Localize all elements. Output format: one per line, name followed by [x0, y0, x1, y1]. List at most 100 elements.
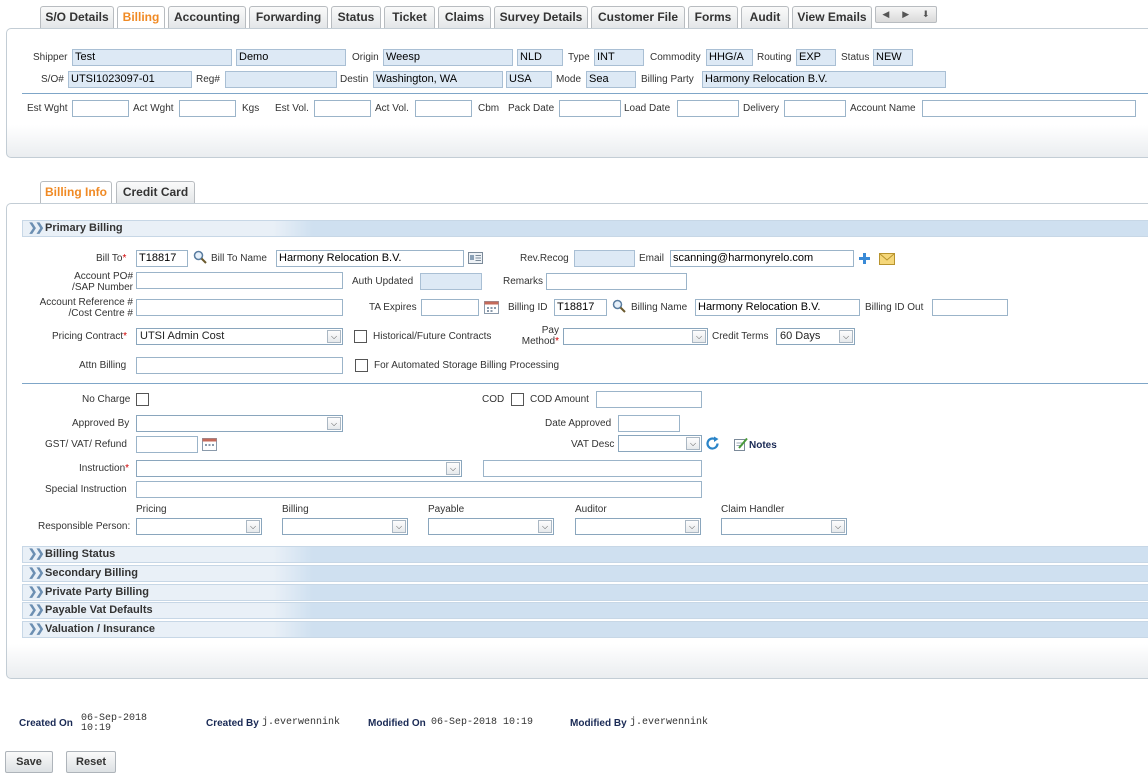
billing-id-search-icon[interactable] — [612, 299, 626, 313]
email-field[interactable]: scanning@harmonyrelo.com — [670, 250, 854, 267]
resp-payable-select[interactable]: ⌵ — [428, 518, 554, 535]
tab-billing[interactable]: Billing — [117, 6, 165, 29]
account-reference-field[interactable] — [136, 299, 343, 316]
tab-view-emails[interactable]: View Emails — [792, 6, 872, 28]
account-name-label: Account Name — [850, 103, 916, 114]
tab-ticket[interactable]: Ticket — [384, 6, 435, 28]
tab-credit-card[interactable]: Credit Card — [116, 181, 195, 203]
origin-country-field[interactable]: NLD — [517, 49, 563, 66]
billing-name-field[interactable]: Harmony Relocation B.V. — [695, 299, 860, 316]
vat-desc-select[interactable]: ⌵ — [618, 435, 702, 452]
tab-status[interactable]: Status — [331, 6, 381, 28]
billing-party-field[interactable]: Harmony Relocation B.V. — [702, 71, 946, 88]
envelope-icon[interactable] — [879, 253, 895, 265]
credit-terms-select[interactable]: 60 Days ⌵ — [776, 328, 855, 345]
shipper-last-field[interactable]: Demo — [236, 49, 346, 66]
section-title: Valuation / Insurance — [45, 623, 156, 635]
account-po-field[interactable] — [136, 272, 343, 289]
section-billing-status[interactable]: ❯❯ Billing Status — [22, 546, 1148, 563]
tab-accounting[interactable]: Accounting — [168, 6, 246, 28]
status-field[interactable]: NEW — [873, 49, 913, 66]
resp-claim-handler-select[interactable]: ⌵ — [721, 518, 847, 535]
resp-billing-select[interactable]: ⌵ — [282, 518, 408, 535]
date-approved-field[interactable] — [618, 415, 680, 432]
instruction-select[interactable]: ⌵ — [136, 460, 462, 477]
tab-survey-details[interactable]: Survey Details — [494, 6, 588, 28]
section-secondary-billing[interactable]: ❯❯ Secondary Billing — [22, 565, 1148, 582]
add-email-icon[interactable] — [859, 253, 870, 264]
mode-field[interactable]: Sea — [586, 71, 636, 88]
delivery-field[interactable] — [784, 100, 846, 117]
reg-number-field[interactable] — [225, 71, 337, 88]
search-icon[interactable] — [193, 250, 207, 264]
attn-billing-field[interactable] — [136, 357, 343, 374]
notes-link[interactable]: Notes — [749, 440, 777, 451]
type-field[interactable]: INT — [594, 49, 644, 66]
tab-audit[interactable]: Audit — [741, 6, 789, 28]
origin-field[interactable]: Weesp — [383, 49, 513, 66]
bill-to-name-field[interactable]: Harmony Relocation B.V. — [276, 250, 464, 267]
email-label: Email — [639, 253, 665, 264]
scroll-right-icon[interactable]: ▶ — [902, 9, 909, 20]
pricing-contract-select[interactable]: UTSI Admin Cost ⌵ — [136, 328, 343, 345]
notes-icon[interactable] — [734, 437, 748, 451]
instruction-label: Instruction* — [79, 463, 130, 474]
section-payable-vat-defaults[interactable]: ❯❯ Payable Vat Defaults — [22, 602, 1148, 619]
commodity-field[interactable]: HHG/A — [706, 49, 753, 66]
tab-claims[interactable]: Claims — [438, 6, 491, 28]
resp-pricing-select[interactable]: ⌵ — [136, 518, 262, 535]
billing-id-out-field[interactable] — [932, 299, 1008, 316]
approved-by-select[interactable]: ⌵ — [136, 415, 343, 432]
tab-so-details[interactable]: S/O Details — [40, 6, 114, 28]
pay-method-select[interactable]: ⌵ — [563, 328, 708, 345]
remarks-field[interactable] — [546, 273, 687, 290]
automated-storage-label: For Automated Storage Billing Processing — [374, 360, 560, 371]
section-title: Payable Vat Defaults — [45, 604, 153, 616]
special-instruction-field[interactable] — [136, 481, 702, 498]
tab-billing-info[interactable]: Billing Info — [40, 181, 112, 204]
gst-vat-refund-field[interactable] — [136, 436, 198, 453]
tab-forms[interactable]: Forms — [688, 6, 738, 28]
cod-amount-field[interactable] — [596, 391, 702, 408]
act-vol-field[interactable] — [415, 100, 472, 117]
scroll-left-icon[interactable]: ◀ — [882, 9, 889, 20]
so-number-label: S/O# — [41, 74, 64, 85]
reset-button[interactable]: Reset — [66, 751, 116, 773]
scroll-down-icon[interactable]: ⬇ — [922, 9, 930, 20]
historical-contracts-checkbox[interactable] — [354, 330, 367, 343]
so-number-field[interactable]: UTSI1023097-01 — [68, 71, 192, 88]
instruction-text-field[interactable] — [483, 460, 702, 477]
shipper-first-field[interactable]: Test — [72, 49, 232, 66]
no-charge-checkbox[interactable] — [136, 393, 149, 406]
tab-forwarding[interactable]: Forwarding — [249, 6, 328, 28]
cod-checkbox[interactable] — [511, 393, 524, 406]
tab-scroll-controls[interactable]: ◀ ▶ ⬇ — [875, 6, 937, 23]
section-valuation-insurance[interactable]: ❯❯ Valuation / Insurance — [22, 621, 1148, 638]
routing-field[interactable]: EXP — [796, 49, 836, 66]
pack-date-field[interactable] — [559, 100, 621, 117]
section-primary-billing[interactable]: ❯❯ Primary Billing — [22, 220, 1148, 237]
est-vol-field[interactable] — [314, 100, 371, 117]
auth-updated-field[interactable] — [420, 273, 482, 290]
account-name-field[interactable] — [922, 100, 1136, 117]
act-weight-field[interactable] — [179, 100, 236, 117]
load-date-field[interactable] — [677, 100, 739, 117]
gst-card-icon[interactable] — [202, 437, 217, 451]
billing-id-out-label: Billing ID Out — [865, 302, 924, 313]
ta-expires-field[interactable] — [421, 299, 479, 316]
address-card-icon[interactable] — [468, 251, 483, 265]
resp-auditor-select[interactable]: ⌵ — [575, 518, 701, 535]
billing-id-field[interactable]: T18817 — [554, 299, 607, 316]
tab-customer-file[interactable]: Customer File — [591, 6, 685, 28]
pricing-contract-label: Pricing Contract* — [52, 331, 128, 342]
est-weight-field[interactable] — [72, 100, 129, 117]
section-private-party-billing[interactable]: ❯❯ Private Party Billing — [22, 584, 1148, 601]
refresh-icon[interactable] — [705, 436, 720, 451]
destin-field[interactable]: Washington, WA — [373, 71, 503, 88]
rev-recog-field[interactable] — [574, 250, 635, 267]
automated-storage-checkbox[interactable] — [355, 359, 368, 372]
save-button[interactable]: Save — [5, 751, 53, 773]
destin-country-field[interactable]: USA — [506, 71, 552, 88]
calendar-icon[interactable] — [484, 300, 499, 314]
bill-to-field[interactable]: T18817 — [136, 250, 188, 267]
